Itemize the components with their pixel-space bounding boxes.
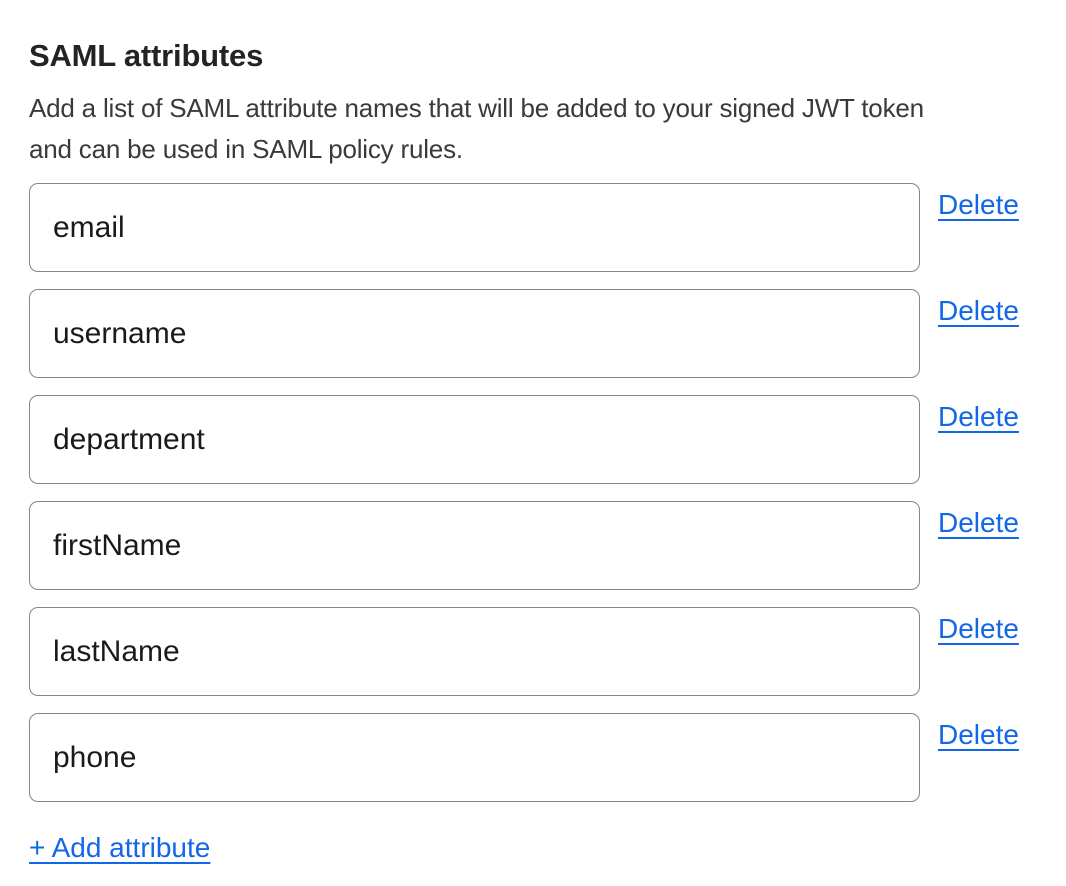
attribute-rows: Delete Delete Delete Delete Delete Delet… [29, 183, 1037, 802]
attribute-input-lastname[interactable] [29, 607, 920, 696]
section-title: SAML attributes [29, 36, 1037, 76]
attribute-input-email[interactable] [29, 183, 920, 272]
attribute-row: Delete [29, 607, 1037, 696]
attribute-input-department[interactable] [29, 395, 920, 484]
add-attribute-link[interactable]: + Add attribute [29, 832, 210, 864]
section-description-line-2: and can be used in SAML policy rules. [29, 129, 1037, 170]
attribute-row: Delete [29, 713, 1037, 802]
attribute-row: Delete [29, 183, 1037, 272]
attribute-row: Delete [29, 501, 1037, 590]
attribute-row: Delete [29, 395, 1037, 484]
delete-attribute-link[interactable]: Delete [938, 719, 1019, 751]
delete-attribute-link[interactable]: Delete [938, 613, 1019, 645]
delete-attribute-link[interactable]: Delete [938, 295, 1019, 327]
section-description: Add a list of SAML attribute names that … [29, 88, 1037, 170]
attribute-input-username[interactable] [29, 289, 920, 378]
delete-attribute-link[interactable]: Delete [938, 401, 1019, 433]
saml-attributes-section: SAML attributes Add a list of SAML attri… [0, 0, 1066, 864]
delete-attribute-link[interactable]: Delete [938, 189, 1019, 221]
attribute-input-phone[interactable] [29, 713, 920, 802]
attribute-input-firstname[interactable] [29, 501, 920, 590]
section-description-line-1: Add a list of SAML attribute names that … [29, 88, 1037, 129]
attribute-row: Delete [29, 289, 1037, 378]
delete-attribute-link[interactable]: Delete [938, 507, 1019, 539]
